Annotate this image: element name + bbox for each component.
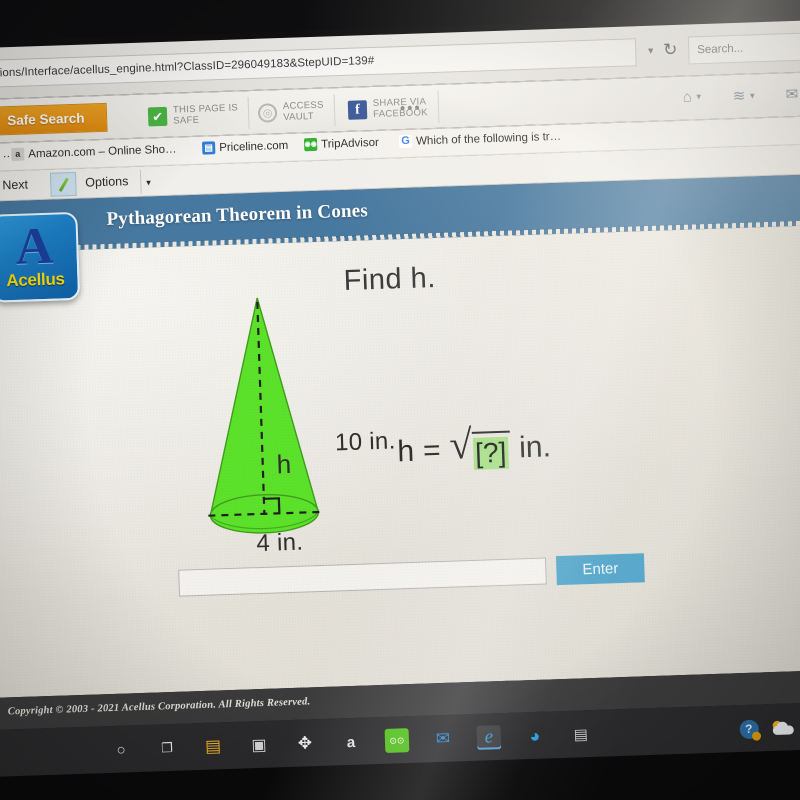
vault-icon: ◎ bbox=[257, 102, 278, 123]
base-radius-label: 4 in. bbox=[255, 528, 304, 558]
page-title: Pythagorean Theorem in Cones bbox=[106, 200, 369, 230]
priceline-icon: ▤ bbox=[201, 141, 216, 155]
microsoft-edge-icon[interactable]: ◕ bbox=[522, 724, 547, 749]
search-input[interactable]: Search... bbox=[687, 30, 800, 65]
equation-equals: = bbox=[422, 433, 442, 468]
copyright-text: Copyright © 2003 - 2021 Acellus Corporat… bbox=[7, 696, 311, 718]
tripadvisor-icon: ◉◉ bbox=[303, 137, 318, 152]
equation-lhs: h bbox=[396, 434, 415, 469]
google-icon: G bbox=[398, 134, 413, 149]
search-placeholder: Search... bbox=[697, 42, 744, 57]
safe-search-label: Safe Search bbox=[6, 110, 85, 129]
refresh-icon[interactable]: ↻ bbox=[663, 39, 678, 61]
equation-units: in. bbox=[518, 430, 552, 465]
cortana-icon[interactable]: ○ bbox=[109, 737, 134, 762]
green-check-icon: ✔ bbox=[147, 106, 168, 126]
acellus-logo[interactable]: A Acellus bbox=[0, 211, 81, 303]
answer-equation: h = √ [?] in. bbox=[396, 420, 552, 473]
home-button[interactable]: ⌂ ▼ bbox=[682, 88, 703, 106]
acellus-wordmark: Acellus bbox=[5, 269, 65, 291]
cone-svg bbox=[208, 297, 321, 534]
weather-widget[interactable]: 79°F Most bbox=[771, 718, 800, 735]
lesson-content: A Acellus Find h. 10 in. h 4 in. h = √ [… bbox=[0, 211, 800, 699]
bookmark-label: Which of the following is tr… bbox=[415, 130, 562, 148]
divider bbox=[139, 169, 142, 194]
answer-placeholder-box: [?] bbox=[472, 436, 509, 470]
chevron-down-icon[interactable]: ▼ bbox=[695, 92, 703, 101]
bookmark-item[interactable]: ◉◉ TripAdvisor bbox=[303, 136, 380, 152]
mail-icon: ✉ bbox=[785, 85, 799, 104]
pencil-icon[interactable] bbox=[49, 171, 77, 197]
file-explorer-icon[interactable]: ▤ bbox=[201, 734, 226, 759]
access-vault-button[interactable]: ◎ ACCESS VAULT bbox=[257, 94, 336, 129]
internet-explorer-icon[interactable]: e bbox=[476, 725, 502, 750]
radical-expression: √ [?] bbox=[448, 420, 511, 472]
microsoft-store-icon[interactable]: ▣ bbox=[247, 733, 272, 758]
help-icon[interactable]: ? bbox=[738, 719, 759, 739]
vault-line1: ACCESS bbox=[282, 99, 324, 112]
share-facebook-button[interactable]: f SHARE VIA FACEBOOK bbox=[347, 90, 440, 126]
bookmark-label: Priceline.com bbox=[218, 139, 289, 154]
slant-height-label: 10 in. bbox=[334, 427, 396, 457]
taskbar-tray: ? 79°F Most bbox=[738, 701, 800, 753]
address-text: ctions/Interface/acellus_engine.html?Cla… bbox=[0, 54, 375, 80]
rss-feed-button[interactable]: ≋ ▼ bbox=[732, 86, 757, 106]
screen-content: ctions/Interface/acellus_engine.html?Cla… bbox=[0, 0, 800, 800]
acellus-a-mark: A bbox=[14, 217, 55, 276]
monitor-photo: ctions/Interface/acellus_engine.html?Cla… bbox=[0, 0, 800, 800]
mail-button[interactable]: ✉ bbox=[785, 85, 798, 103]
mail-icon[interactable]: ✉ bbox=[431, 727, 456, 752]
page-safe-line1: THIS PAGE IS bbox=[172, 102, 239, 116]
facebook-icon: f bbox=[347, 99, 368, 120]
answer-row: Enter bbox=[178, 553, 645, 597]
bookmark-item[interactable]: a Amazon.com – Online Sho… bbox=[11, 143, 177, 162]
height-label: h bbox=[276, 448, 292, 480]
bookmark-item[interactable]: G Which of the following is tr… bbox=[398, 130, 562, 149]
dropbox-icon[interactable]: ✥ bbox=[293, 731, 318, 756]
radical-sign-icon: √ bbox=[448, 420, 473, 468]
task-view-icon[interactable]: ❐ bbox=[155, 736, 180, 761]
printer-icon[interactable]: ▤ bbox=[568, 722, 593, 747]
partly-cloudy-icon bbox=[771, 720, 794, 735]
safe-search-button[interactable]: Safe Search bbox=[0, 102, 108, 136]
options-button[interactable]: Options bbox=[85, 174, 129, 189]
home-icon: ⌂ bbox=[682, 88, 693, 106]
addon-overflow-button[interactable]: ••• bbox=[400, 99, 422, 117]
bookmark-label: Amazon.com – Online Sho… bbox=[28, 143, 177, 160]
bookmark-item[interactable]: ▤ Priceline.com bbox=[201, 139, 289, 155]
amazon-icon: a bbox=[11, 147, 25, 162]
bookmark-label: TripAdvisor bbox=[320, 136, 380, 151]
chevron-down-icon[interactable]: ▼ bbox=[748, 91, 756, 100]
page-safe-indicator[interactable]: ✔ THIS PAGE IS SAFE bbox=[147, 97, 250, 133]
enter-button[interactable]: Enter bbox=[555, 553, 645, 586]
vault-line2: VAULT bbox=[283, 110, 315, 123]
next-button[interactable]: Next bbox=[2, 177, 28, 192]
amazon-icon[interactable]: a bbox=[339, 730, 364, 755]
answer-input[interactable] bbox=[178, 557, 547, 597]
rss-feed-icon: ≋ bbox=[732, 87, 746, 106]
chevron-down-icon[interactable]: ▼ bbox=[646, 46, 655, 56]
chevron-down-icon[interactable]: ▾ bbox=[146, 177, 151, 188]
page-safe-line2: SAFE bbox=[173, 114, 200, 127]
cone-figure: 10 in. h 4 in. bbox=[197, 287, 416, 557]
radicand-container: [?] bbox=[471, 430, 511, 471]
gogo-icon[interactable]: ⊙⊙ bbox=[384, 728, 410, 753]
